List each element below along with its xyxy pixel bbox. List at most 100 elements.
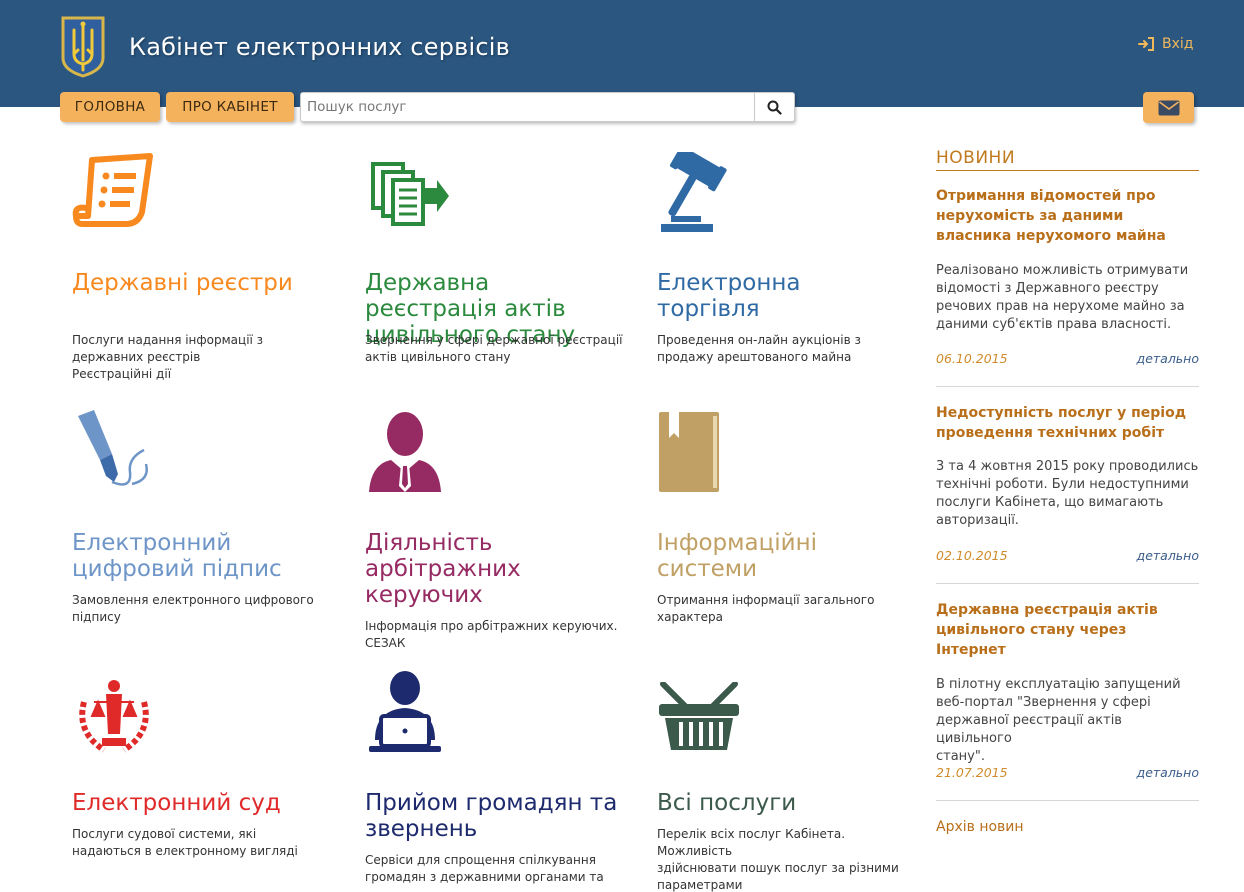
search-button[interactable] [754, 93, 794, 121]
news-item-title-line: Отримання відомостей про [936, 188, 1156, 204]
document-list-icon [72, 150, 156, 238]
basket-icon [657, 681, 741, 756]
news-item-text-line: даними суб'єктів права власності. [936, 317, 1172, 332]
search-icon [767, 100, 782, 115]
news-item-text: Реалізовано можливість отримувати відомос… [936, 262, 1199, 334]
pen-signature-icon [72, 410, 152, 498]
gavel-icon [657, 144, 747, 238]
manager-person-icon [365, 410, 445, 498]
news-item-text-line: авторизації. [936, 513, 1019, 528]
coat-of-arms-logo-icon[interactable] [60, 16, 106, 78]
news-item-text: В пілотну експлуатацію запущений веб-порт… [936, 676, 1199, 766]
service-tile-description-line: Перелік всіх послуг Кабінета. Можливість [657, 827, 846, 858]
service-tile-description: Звернення у сфері державної реєстрації ак… [365, 332, 630, 366]
news-item-text-line: веб-портал "Звернення у сфері [936, 695, 1151, 710]
service-tile-description-line: Інформація про арбітражних керуючих. [365, 619, 618, 633]
service-tile-description: Послуги судової системи, які надаються в … [72, 826, 337, 860]
news-item-text-line: Реалізовано можливість отримувати [936, 263, 1189, 278]
service-tile-title[interactable]: Електронний цифровий підпис [72, 530, 282, 582]
news-item-more-link[interactable]: детально [1120, 765, 1199, 780]
justice-icon [74, 672, 154, 760]
news-item-title-line: Державна реєстрація актів [936, 602, 1158, 618]
news-item-more-link[interactable]: детально [1120, 351, 1199, 366]
login-link[interactable]: Вхід [1138, 36, 1193, 52]
about-button[interactable]: ПРО КАБІНЕТ [166, 92, 294, 122]
service-tile-description-line: здійснювати пошук послуг за різними [657, 861, 899, 875]
mail-button[interactable] [1143, 92, 1194, 123]
news-item-text-line: технічні роботи. Були недоступними [936, 477, 1189, 492]
service-tile-title[interactable]: Електронна торгівля [657, 270, 801, 322]
service-tile-title-line: Електронний суд [72, 790, 281, 816]
service-tile-title-line: Всі послуги [657, 790, 797, 816]
service-tile-title[interactable]: Всі послуги [657, 790, 796, 816]
service-tile-title-line: Інформаційні [657, 530, 818, 556]
news-item-date: 06.10.2015 [936, 351, 1008, 366]
service-tile-description-line: державних реєстрів [72, 350, 201, 364]
service-tile-title[interactable]: Прийом громадян та звернень [365, 790, 617, 842]
service-tile-description-line: СЕЗАК [365, 636, 406, 650]
news-item-text-line: послуги Кабінета, що вимагають [936, 495, 1164, 510]
news-item-text-line: відомості з Державного реєстру [936, 281, 1159, 296]
news-item-title[interactable]: Державна реєстрація актів цивільного стан… [936, 600, 1199, 660]
news-separator [936, 583, 1199, 584]
service-tile-description-line: Сервіси для спрощення спілкування [365, 853, 596, 867]
service-tile-description-line: Проведення он-лайн аукціонів з [657, 333, 861, 347]
service-tile-description: Замовлення електронного цифрового підпису [72, 592, 337, 626]
site-header: Кабінет електронних сервісів Вхід [0, 0, 1244, 107]
news-item-more-link[interactable]: детально [1120, 548, 1199, 563]
envelope-icon [1158, 100, 1179, 115]
service-tile-description-line: характера [657, 610, 724, 624]
service-tile-description-line: Звернення у сфері державної реєстрації [365, 333, 623, 347]
service-tile-description-line: надаються в електронному вигляді [72, 844, 298, 858]
person-laptop-icon [365, 670, 445, 758]
service-tile-title-line: Державні реєстри [72, 270, 293, 296]
news-archive-link[interactable]: Архів новин [936, 819, 1024, 835]
service-tile-description-line: актів цивільного стану [365, 350, 511, 364]
documents-arrow-icon [369, 160, 449, 234]
login-label: Вхід [1162, 36, 1194, 52]
service-tile-description-line: громадян з державними органами та [365, 870, 604, 884]
news-item-text-line: 3 та 4 жовтня 2015 року проводились [936, 459, 1199, 474]
news-item-text-line: речових прав на нерухоме майно за [936, 299, 1185, 314]
home-button[interactable]: ГОЛОВНА [60, 92, 160, 122]
service-tile-title-line: Діяльність [365, 530, 493, 556]
news-item-text-line: державної реєстрації актів цивільного [936, 713, 1122, 746]
news-item-title-line: Недоступність послуг у період [936, 405, 1187, 421]
service-tile-title-line: звернень [365, 816, 478, 842]
service-tile-description-line: Реєстраційні дії [72, 367, 172, 381]
service-tile-title-line: системи [657, 556, 758, 582]
news-item-title-line: нерухомість за даними [936, 208, 1124, 224]
service-tile-description-line: Отримання інформації загального [657, 593, 875, 607]
news-item-text-line: стану". [936, 749, 985, 764]
service-tile-title[interactable]: Діяльність арбітражних керуючих [365, 530, 521, 608]
news-item-text: 3 та 4 жовтня 2015 року проводились техні… [936, 458, 1199, 530]
news-item-title[interactable]: Отримання відомостей про нерухомість за д… [936, 186, 1199, 246]
news-item-date: 21.07.2015 [936, 765, 1008, 780]
news-item-title-line: цивільного стану через [936, 622, 1127, 638]
search-input[interactable] [301, 93, 755, 121]
site-title: Кабінет електронних сервісів [129, 33, 510, 61]
service-tile-description: Сервіси для спрощення спілкування громадя… [365, 852, 630, 886]
news-item-title-line: проведення технічних робіт [936, 425, 1165, 441]
search-box [300, 92, 795, 122]
service-tile-title[interactable]: Державні реєстри [72, 270, 293, 296]
book-icon [657, 410, 721, 498]
news-item-title[interactable]: Недоступність послуг у період проведення … [936, 403, 1199, 443]
service-tile-title-line: арбітражних [365, 556, 521, 582]
service-tile-title[interactable]: Інформаційні системи [657, 530, 817, 582]
login-icon [1138, 37, 1154, 51]
service-tile-description: Отримання інформації загального характера [657, 592, 922, 626]
service-tile-description-line: продажу арештованого майна [657, 350, 852, 364]
service-tile-description: Проведення он-лайн аукціонів з продажу ар… [657, 332, 922, 366]
news-item-title-line: власника нерухомого майна [936, 228, 1166, 244]
service-tile-title-line: цифровий підпис [72, 556, 282, 582]
service-tile-title-line: Прийом громадян та [365, 790, 618, 816]
service-tile-title[interactable]: Електронний суд [72, 790, 281, 816]
service-tile-title-line: керуючих [365, 582, 483, 608]
service-tile-title-line: Електронна [657, 270, 801, 296]
service-tile-description: Інформація про арбітражних керуючих. СЕЗА… [365, 618, 630, 652]
service-tile-title-line: реєстрація актів [365, 296, 566, 322]
news-separator [936, 800, 1199, 801]
service-tile-description-line: параметрами [657, 878, 743, 892]
service-tile-title-line: Державна [365, 270, 490, 296]
